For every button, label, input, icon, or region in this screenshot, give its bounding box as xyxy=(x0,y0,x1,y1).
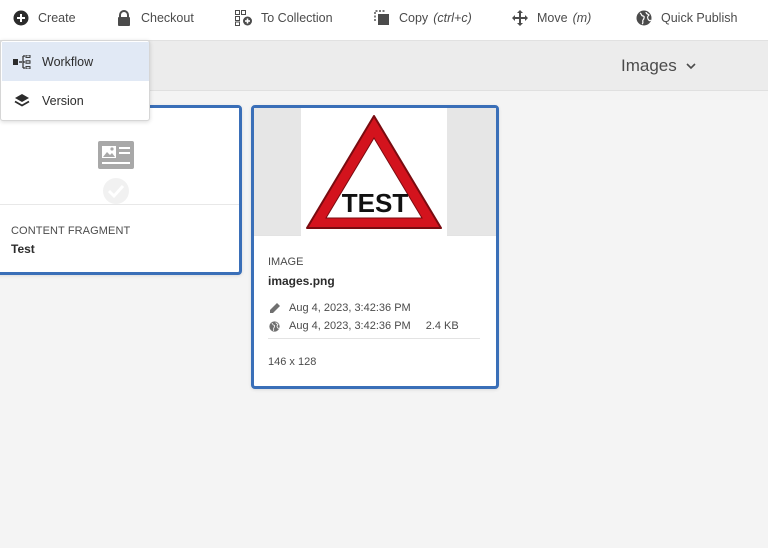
globe-icon xyxy=(635,9,653,27)
warning-sign-text: TEST xyxy=(342,188,409,218)
card-title: Test xyxy=(11,242,35,256)
checkout-label: Checkout xyxy=(141,11,194,25)
published-row: Aug 4, 2023, 3:42:36 PM 2.4 KB xyxy=(268,319,459,333)
copy-button[interactable]: Copy (ctrl+c) xyxy=(373,8,472,28)
layers-icon xyxy=(12,91,32,111)
menu-item-workflow-label: Workflow xyxy=(42,54,94,69)
published-date: Aug 4, 2023, 3:42:36 PM xyxy=(289,320,411,332)
quick-publish-button[interactable]: Quick Publish xyxy=(635,8,737,28)
create-label: Create xyxy=(38,11,76,25)
card-type-label: CONTENT FRAGMENT xyxy=(11,225,131,237)
card-thumbnail: TEST xyxy=(254,108,496,236)
to-collection-label: To Collection xyxy=(261,11,333,25)
view-selector-label: Images xyxy=(621,56,677,75)
lock-icon xyxy=(115,9,133,27)
menu-item-version-label: Version xyxy=(42,93,84,108)
workflow-icon xyxy=(12,52,32,72)
card-title: images.png xyxy=(268,274,335,288)
to-collection-button[interactable]: To Collection xyxy=(235,8,333,28)
image-preview: TEST xyxy=(301,108,447,236)
chevron-down-icon xyxy=(686,61,696,71)
copy-shortcut: (ctrl+c) xyxy=(433,11,472,25)
image-dimensions: 146 x 128 xyxy=(268,356,317,368)
move-label: Move xyxy=(537,11,568,25)
create-menu: Workflow Version xyxy=(0,40,150,121)
modified-row: Aug 4, 2023, 3:42:36 PM xyxy=(268,301,411,315)
card-type-label: IMAGE xyxy=(268,256,304,268)
card-thumbnail xyxy=(0,108,239,205)
move-arrows-icon xyxy=(511,9,529,27)
add-circle-icon xyxy=(12,9,30,27)
modified-date: Aug 4, 2023, 3:42:36 PM xyxy=(289,302,411,314)
checkout-button[interactable]: Checkout xyxy=(115,8,194,28)
checkmark-icon xyxy=(101,177,131,210)
action-bar: Create Checkout To Collection Copy (ctrl… xyxy=(0,0,768,41)
divider xyxy=(268,338,480,339)
create-button[interactable]: Create xyxy=(12,8,76,28)
view-selector[interactable]: Images xyxy=(621,55,696,77)
move-shortcut: (m) xyxy=(572,11,592,25)
pencil-icon xyxy=(268,302,280,314)
content-fragment-icon xyxy=(98,141,134,174)
content-fragment-card[interactable]: CONTENT FRAGMENT Test xyxy=(0,105,242,275)
file-size: 2.4 KB xyxy=(425,320,459,332)
globe-icon xyxy=(268,320,280,332)
copy-label: Copy xyxy=(399,11,429,25)
copy-icon xyxy=(373,9,391,27)
image-asset-card[interactable]: TEST IMAGE images.png Aug 4, 2023, 3:42:… xyxy=(251,105,499,389)
quick-publish-label: Quick Publish xyxy=(661,11,738,25)
menu-item-workflow[interactable]: Workflow xyxy=(2,42,149,81)
menu-item-version[interactable]: Version xyxy=(2,81,149,120)
move-button[interactable]: Move (m) xyxy=(511,8,591,28)
collection-add-icon xyxy=(235,9,253,27)
